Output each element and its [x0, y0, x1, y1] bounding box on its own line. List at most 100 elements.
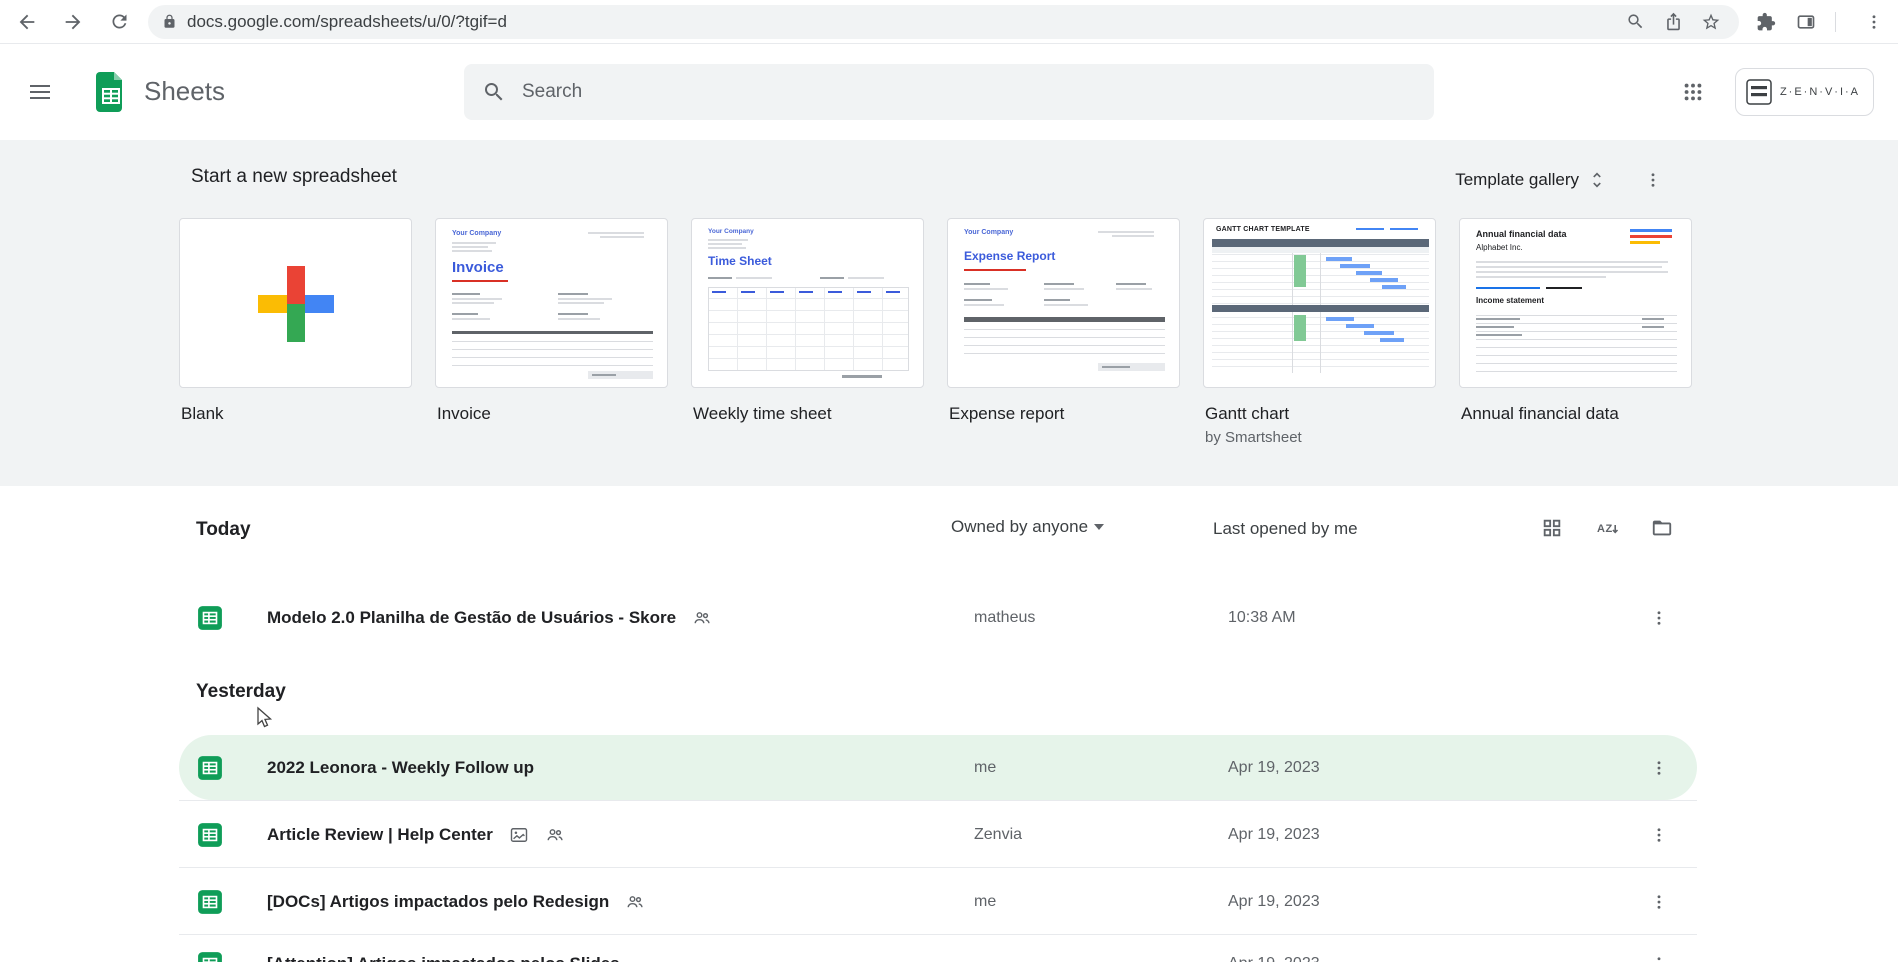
template-thumbnail: Your Company Time Sheet [691, 218, 924, 388]
side-panel-button[interactable] [1791, 7, 1821, 37]
file-owner: matheus [974, 608, 1036, 626]
browser-menu-button[interactable] [1860, 8, 1888, 36]
file-title: 2022 Leonora - Weekly Follow up [267, 757, 535, 777]
template-card-weekly-time-sheet[interactable]: Your Company Time Sheet Weekly time shee… [691, 218, 924, 446]
file-date: Apr 19, 2023 [1228, 892, 1320, 910]
template-section-menu-button[interactable] [1633, 160, 1673, 200]
template-label: Blank [181, 404, 224, 423]
shared-people-icon [694, 611, 710, 623]
template-card-blank[interactable]: Blank [179, 218, 412, 446]
sheets-file-icon [198, 755, 222, 780]
back-button[interactable] [10, 5, 44, 39]
file-row[interactable]: Modelo 2.0 Planilha de Gestão de Usuário… [0, 584, 1898, 651]
sort-az-icon: A Z [1597, 523, 1619, 535]
app-header: Sheets Z·E·N·V·I·A [0, 44, 1898, 140]
row-more-menu-button[interactable] [1639, 882, 1679, 922]
row-more-menu-button[interactable] [1639, 944, 1679, 962]
more-vert-icon [1657, 827, 1661, 842]
address-bar[interactable]: docs.google.com/spreadsheets/u/0/?tgif=d [148, 4, 1739, 39]
file-title: Modelo 2.0 Planilha de Gestão de Usuário… [267, 607, 677, 627]
workspace-badge[interactable]: Z·E·N·V·I·A [1734, 68, 1874, 116]
template-card-gantt-chart[interactable]: GANTT CHART TEMPLATE Gantt chart by Smar… [1203, 218, 1436, 446]
sheets-file-icon [198, 889, 222, 914]
file-date: Apr 19, 2023 [1228, 955, 1320, 962]
open-file-picker-button[interactable] [1640, 506, 1684, 550]
more-vert-icon [1657, 894, 1661, 909]
reload-button[interactable] [102, 5, 136, 39]
template-section-title: Start a new spreadsheet [191, 166, 397, 187]
owned-by-filter[interactable]: Owned by anyone [951, 517, 1105, 537]
more-vert-icon [1657, 760, 1661, 775]
file-title: [Attention] Artigos impactados pelos Sli… [267, 954, 620, 962]
file-row[interactable]: [DOCs] Artigos impactados pelo Redesign … [0, 868, 1898, 935]
template-thumbnail: Your Company Expense Report [947, 218, 1180, 388]
shared-people-icon [547, 828, 563, 840]
unfold-more-icon [1593, 172, 1601, 188]
grid-view-icon [1543, 519, 1561, 537]
svg-text:Z: Z [1606, 523, 1613, 535]
file-date: Apr 19, 2023 [1228, 825, 1320, 843]
share-button[interactable] [1659, 8, 1687, 36]
workspace-brand-text: Z·E·N·V·I·A [1779, 86, 1860, 98]
file-row[interactable]: [Attention] Artigos impactados pelos Sli… [0, 930, 1898, 962]
file-owner: me [974, 892, 997, 910]
forward-button[interactable] [56, 5, 90, 39]
template-label: Invoice [437, 404, 491, 423]
row-more-menu-button[interactable] [1639, 815, 1679, 855]
search-bar[interactable] [464, 64, 1434, 120]
reload-icon [112, 14, 126, 29]
sheets-logo[interactable] [96, 72, 126, 112]
mouse-cursor [257, 706, 273, 728]
caret-down-icon [1094, 524, 1105, 530]
file-row[interactable]: Article Review | Help Center Zenvia Apr … [0, 801, 1898, 868]
template-card-annual-financial-data[interactable]: Annual financial data Alphabet Inc. Inco… [1459, 218, 1692, 446]
shared-people-icon [627, 895, 643, 907]
folder-icon [1652, 520, 1672, 536]
zoom-button[interactable] [1621, 8, 1649, 36]
template-thumbnail: Your Company Invoice [435, 218, 668, 388]
side-panel-icon [1797, 14, 1815, 29]
extensions-button[interactable] [1751, 7, 1781, 37]
search-input[interactable] [522, 81, 1416, 103]
back-icon [19, 14, 35, 29]
template-label: Annual financial data [1461, 404, 1619, 423]
thumbnail-icon [510, 827, 528, 842]
file-date: 10:38 AM [1228, 608, 1296, 626]
lock-icon [164, 14, 175, 28]
forward-icon [65, 14, 81, 29]
template-gallery-button[interactable]: Template gallery [1445, 162, 1617, 198]
more-vert-icon [1657, 610, 1661, 625]
sheets-file-icon [198, 951, 222, 962]
row-more-menu-button[interactable] [1639, 748, 1679, 788]
template-thumbnail [179, 218, 412, 388]
section-label-today: Today [196, 519, 251, 540]
last-opened-sort-button[interactable]: Last opened by me [1213, 519, 1358, 539]
template-thumbnail: Annual financial data Alphabet Inc. Inco… [1459, 218, 1692, 388]
google-apps-button[interactable] [1669, 68, 1717, 116]
bookmark-button[interactable] [1697, 8, 1725, 36]
url-text: docs.google.com/spreadsheets/u/0/?tgif=d [187, 11, 507, 31]
grid-view-button[interactable] [1530, 506, 1574, 550]
svg-text:A: A [1597, 523, 1605, 535]
template-card-invoice[interactable]: Your Company Invoice Invoice [435, 218, 668, 446]
zoom-icon [1627, 14, 1642, 29]
file-date: Apr 19, 2023 [1228, 758, 1320, 776]
file-owner: me [974, 758, 997, 776]
template-section: Start a new spreadsheet Template gallery… [0, 140, 1898, 486]
main-menu-button[interactable] [16, 68, 64, 116]
zenvia-logo-icon [1746, 79, 1772, 105]
section-label-yesterday: Yesterday [196, 681, 286, 702]
file-row[interactable]: 2022 Leonora - Weekly Follow up me Apr 1… [0, 734, 1898, 801]
apps-grid-icon [1684, 83, 1702, 101]
template-label: Expense report [949, 404, 1065, 423]
star-icon [1702, 13, 1720, 29]
file-title: [DOCs] Artigos impactados pelo Redesign [267, 891, 610, 911]
more-vert-icon [1651, 173, 1655, 187]
file-list: Today Owned by anyone Last opened by me … [0, 486, 1898, 962]
template-label: Weekly time sheet [693, 404, 832, 423]
share-icon [1666, 12, 1680, 31]
sort-az-button[interactable]: A Z [1585, 506, 1629, 550]
row-more-menu-button[interactable] [1639, 598, 1679, 638]
app-title[interactable]: Sheets [144, 76, 225, 107]
template-card-expense-report[interactable]: Your Company Expense Report Expense repo… [947, 218, 1180, 446]
